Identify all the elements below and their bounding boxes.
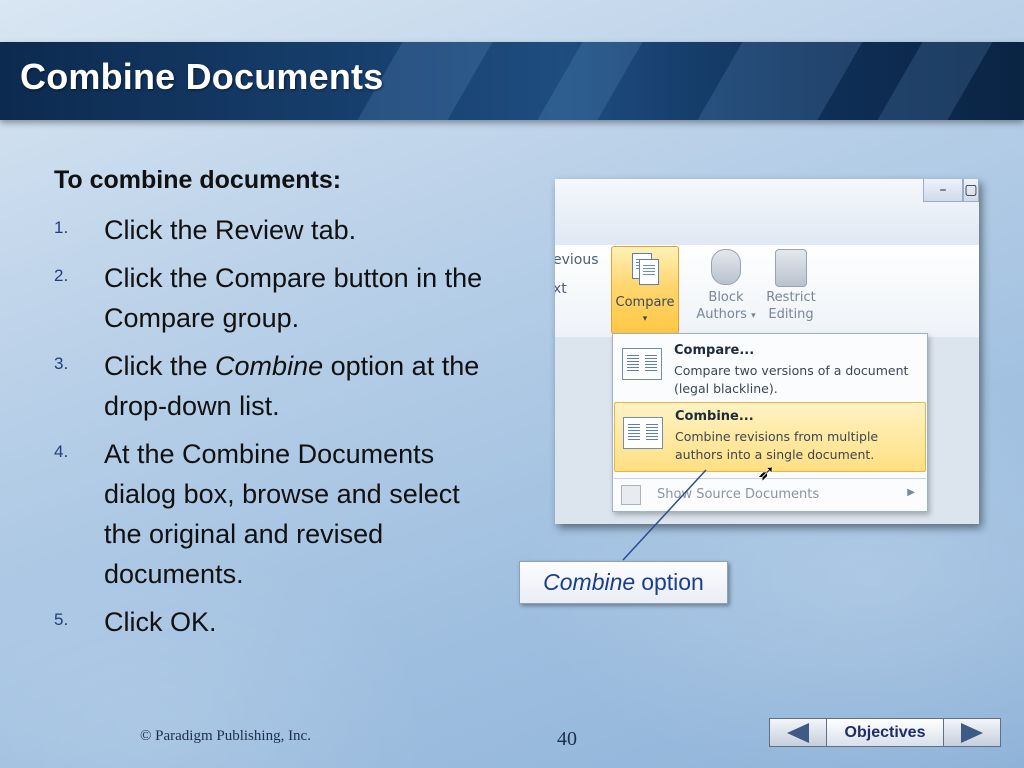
- compare-button-label: Compare: [615, 295, 675, 310]
- restrict-editing-label-2: Editing: [768, 307, 814, 322]
- next-label[interactable]: xt: [555, 281, 567, 297]
- compare-icon: [622, 348, 662, 380]
- window-top: – ▢: [555, 179, 979, 245]
- menu-item-title: Combine...: [675, 409, 754, 424]
- block-authors-label-1: Block: [708, 290, 744, 305]
- chevron-down-icon: ▾: [642, 314, 648, 324]
- combine-emphasis: Combine: [215, 351, 324, 381]
- step-number: 5.: [54, 610, 69, 629]
- previous-label[interactable]: evious: [555, 252, 599, 268]
- steps-list: 1. Click the Review tab. 2. Click the Co…: [54, 210, 484, 650]
- next-slide-button[interactable]: [943, 718, 1001, 747]
- callout-emphasis: Combine: [543, 569, 636, 595]
- step-text: Click the Combine option at the drop-dow…: [104, 351, 480, 421]
- step-1: 1. Click the Review tab.: [54, 210, 484, 250]
- copyright-text: © Paradigm Publishing, Inc.: [140, 728, 311, 744]
- step-number: 1.: [54, 218, 69, 237]
- restrict-editing-label-1: Restrict: [766, 290, 816, 305]
- compare-button[interactable]: Compare ▾: [611, 246, 679, 334]
- ribbon: evious xt Compare ▾ Block Authors ▾ Rest…: [555, 245, 979, 338]
- window-buttons: – ▢: [923, 179, 979, 203]
- lock-document-icon: [775, 249, 807, 287]
- restrict-editing-button[interactable]: Restrict Editing: [761, 249, 821, 333]
- step-5: 5. Click OK.: [54, 602, 484, 642]
- mouse-cursor-icon: ➶: [757, 461, 776, 486]
- source-documents-icon: [621, 485, 641, 505]
- step-4: 4. At the Combine Documents dialog box, …: [54, 434, 484, 594]
- step-2: 2. Click the Compare button in the Compa…: [54, 258, 484, 338]
- menu-item-description: Combine revisions from multiple authors …: [675, 429, 879, 462]
- ribbon-screenshot: – ▢ evious xt Compare ▾ Block Authors ▾ …: [555, 179, 979, 524]
- steps-heading: To combine documents:: [54, 166, 342, 194]
- step-number: 3.: [54, 354, 69, 373]
- arrow-left-icon: [787, 722, 809, 743]
- objectives-button[interactable]: Objectives: [827, 718, 943, 747]
- slide-title: Combine Documents: [20, 56, 384, 97]
- step-text: Click the Review tab.: [104, 215, 357, 245]
- submenu-arrow-icon: ▶: [907, 487, 915, 498]
- step-text: Click OK.: [104, 607, 217, 637]
- step-number: 2.: [54, 266, 69, 285]
- block-authors-icon: [711, 249, 741, 285]
- callout-text: option: [641, 569, 704, 595]
- step-text: Click the Compare button in the Compare …: [104, 263, 483, 333]
- step-text: At the Combine Documents dialog box, bro…: [104, 439, 460, 589]
- minimize-button[interactable]: –: [923, 179, 963, 202]
- slide-navigation: Objectives: [769, 718, 1001, 747]
- combine-icon: [623, 417, 663, 449]
- block-authors-label-2: Authors ▾: [696, 307, 756, 322]
- menu-item-description: Compare two versions of a document (lega…: [674, 363, 909, 396]
- page-number: 40: [557, 728, 577, 750]
- menu-item-title: Compare...: [674, 343, 755, 358]
- block-authors-button[interactable]: Block Authors ▾: [691, 249, 761, 333]
- restore-button[interactable]: ▢: [963, 179, 979, 202]
- step-number: 4.: [54, 442, 69, 461]
- menu-item-compare[interactable]: Compare... Compare two versions of a doc…: [614, 340, 926, 398]
- menu-item-show-source-documents[interactable]: Show Source Documents: [657, 487, 819, 502]
- previous-slide-button[interactable]: [769, 718, 827, 747]
- combine-option-callout: Combine option: [519, 561, 728, 604]
- step-3: 3. Click the Combine option at the drop-…: [54, 346, 484, 426]
- chevron-down-icon: ▾: [751, 311, 756, 321]
- compare-icon: [632, 253, 659, 285]
- arrow-right-icon: [961, 722, 983, 743]
